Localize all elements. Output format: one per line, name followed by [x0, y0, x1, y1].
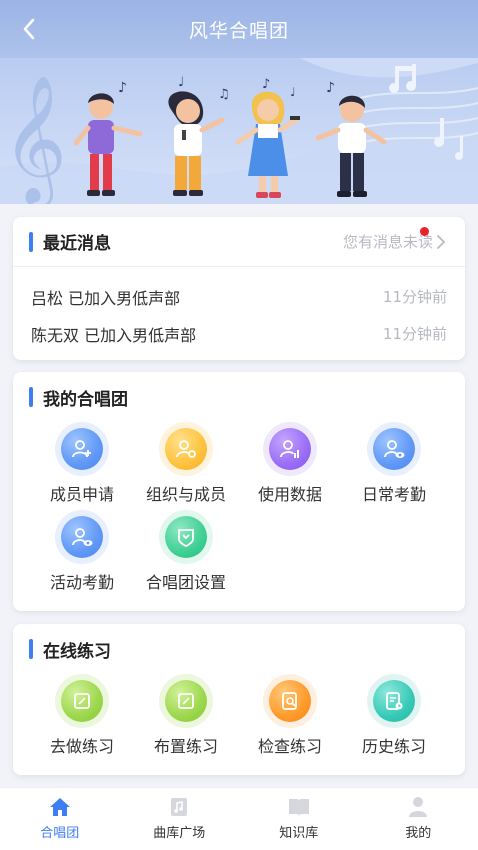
tab-label: 曲库广场 — [153, 826, 206, 841]
message-item[interactable]: 吕松 已加入男低声部 11分钟前 — [13, 278, 465, 315]
history-doc-icon — [373, 680, 415, 722]
usage-data-button[interactable]: 使用数据 — [238, 422, 342, 510]
grid-item-label: 使用数据 — [257, 485, 322, 504]
user-settings-icon — [165, 428, 207, 470]
tab-choir[interactable]: 合唱团 — [0, 788, 120, 850]
grid-item-label: 日常考勤 — [361, 485, 426, 504]
tab-music-library[interactable]: 曲库广场 — [120, 788, 240, 850]
online-practice-card: 在线练习 去做练习 布置练习 检查练习 历史练习 — [13, 624, 465, 775]
edit-icon — [61, 680, 103, 722]
page-title: 风华合唱团 — [188, 19, 289, 42]
tab-knowledge-base[interactable]: 知识库 — [239, 788, 359, 850]
my-choir-card: 我的合唱团 成员申请 组织与成员 使用数据 日常考勤 活动考勤 合唱团设置 — [13, 372, 465, 611]
member-application-button[interactable]: 成员申请 — [30, 422, 134, 510]
tab-label: 知识库 — [279, 826, 319, 841]
svg-text:♪: ♪ — [326, 80, 335, 96]
grid-item-label: 去做练习 — [49, 737, 114, 756]
unread-dot-icon — [420, 227, 429, 236]
check-practice-button[interactable]: 检查练习 — [238, 674, 342, 762]
chevron-left-icon — [23, 18, 35, 40]
top-nav-bar: 风华合唱团 — [0, 0, 478, 58]
message-text: 陈无双 已加入男低声部 — [31, 325, 197, 345]
back-button[interactable] — [16, 15, 42, 43]
svg-text:♩: ♩ — [290, 85, 296, 99]
choir-banner-image: 𝄞 ♪ ♩ ♫ ♪ ♩ ♪ — [0, 58, 478, 204]
chevron-right-icon — [437, 234, 446, 249]
card-header: 我的合唱团 — [13, 372, 465, 422]
card-header: 最近消息 您有消息未读 — [13, 217, 465, 267]
daily-attendance-button[interactable]: 日常考勤 — [342, 422, 446, 510]
recent-messages-card: 最近消息 您有消息未读 吕松 已加入男低声部 11分钟前 陈无双 已加入男低声部… — [13, 217, 465, 360]
message-item[interactable]: 陈无双 已加入男低声部 11分钟前 — [13, 315, 465, 352]
section-title: 在线练习 — [43, 641, 111, 662]
edit-icon — [165, 680, 207, 722]
shield-settings-icon — [165, 516, 207, 558]
message-text: 吕松 已加入男低声部 — [31, 288, 181, 308]
message-time: 11分钟前 — [382, 325, 447, 343]
assign-practice-button[interactable]: 布置练习 — [134, 674, 238, 762]
history-practice-button[interactable]: 历史练习 — [342, 674, 446, 762]
section-accent-bar — [29, 639, 33, 659]
grid-item-label: 组织与成员 — [145, 485, 226, 504]
section-accent-bar — [29, 231, 33, 252]
do-practice-button[interactable]: 去做练习 — [30, 674, 134, 762]
svg-text:♪: ♪ — [262, 77, 270, 92]
section-accent-bar — [29, 387, 33, 407]
activity-attendance-button[interactable]: 活动考勤 — [30, 510, 134, 598]
message-time: 11分钟前 — [382, 288, 447, 306]
tab-label: 我的 — [405, 826, 432, 841]
choir-settings-button[interactable]: 合唱团设置 — [134, 510, 238, 598]
organization-members-button[interactable]: 组织与成员 — [134, 422, 238, 510]
grid-item-label: 合唱团设置 — [145, 573, 226, 592]
book-icon — [288, 799, 309, 816]
unread-messages-link[interactable]: 您有消息未读 — [342, 227, 447, 252]
check-doc-icon — [269, 680, 311, 722]
user-view-icon — [373, 428, 415, 470]
home-icon — [49, 798, 70, 816]
grid-item-label: 布置练习 — [153, 737, 218, 756]
tab-label: 合唱团 — [40, 826, 80, 841]
grid-item-label: 检查练习 — [257, 737, 322, 756]
tab-profile[interactable]: 我的 — [359, 788, 478, 850]
bottom-tab-bar: 合唱团 曲库广场 知识库 我的 — [0, 787, 478, 850]
grid-item-label: 历史练习 — [361, 737, 426, 756]
grid-item-label: 活动考勤 — [49, 573, 114, 592]
card-header: 在线练习 — [13, 624, 465, 674]
profile-icon — [409, 797, 428, 817]
user-view-icon — [61, 516, 103, 558]
music-library-icon — [171, 798, 188, 816]
user-add-icon — [61, 428, 103, 470]
user-data-icon — [269, 428, 311, 470]
svg-text:𝄞: 𝄞 — [2, 74, 67, 204]
svg-text:♫: ♫ — [218, 87, 230, 102]
svg-text:♪: ♪ — [118, 80, 127, 96]
section-title: 我的合唱团 — [43, 389, 128, 410]
grid-item-label: 成员申请 — [49, 485, 114, 504]
svg-text:♩: ♩ — [178, 75, 184, 90]
section-title: 最近消息 — [43, 234, 111, 254]
unread-text: 您有消息未读 — [342, 233, 433, 251]
